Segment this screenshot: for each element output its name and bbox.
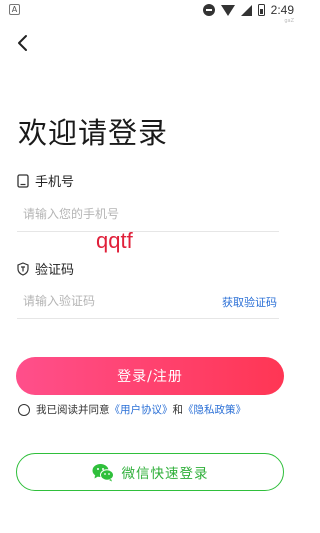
agreement-and: 和 [172, 404, 184, 416]
clock: 2:49 [270, 3, 294, 17]
status-tiny-label: gaZ [284, 18, 294, 24]
get-code-link[interactable]: 获取验证码 [222, 294, 277, 310]
login-register-button[interactable]: 登录/注册 [16, 357, 284, 395]
battery-icon [257, 4, 265, 16]
back-button[interactable] [12, 32, 34, 54]
page-title: 欢迎请登录 [18, 116, 169, 150]
wechat-login-button[interactable]: 微信快速登录 [16, 453, 284, 491]
phone-label-text: 手机号 [35, 175, 75, 190]
phone-field-row [17, 198, 279, 232]
phone-icon [17, 173, 29, 188]
agreement-prefix: 我已阅读并同意 [36, 404, 110, 416]
chevron-left-icon [18, 35, 27, 51]
code-label: 验证码 [17, 259, 74, 278]
wechat-icon [92, 463, 114, 481]
agreement-row: 我已阅读并同意 《用户协议》 和 《隐私政策》 [18, 402, 246, 417]
wechat-login-label: 微信快速登录 [121, 466, 209, 482]
user-agreement-link[interactable]: 《用户协议》 [110, 402, 173, 417]
agreement-radio[interactable] [18, 403, 30, 416]
notification-icon: A [9, 4, 20, 15]
do-not-disturb-icon [202, 4, 215, 16]
phone-label: 手机号 [17, 171, 74, 190]
wifi-icon [220, 4, 235, 16]
privacy-policy-link[interactable]: 《隐私政策》 [183, 402, 246, 417]
watermark-text: qqtf [96, 228, 133, 253]
code-field-row: 获取验证码 [17, 285, 279, 319]
signal-icon [240, 4, 252, 16]
status-bar: A 2:49 gaZ [0, 0, 300, 24]
status-icons: 2:49 [202, 2, 294, 18]
code-label-text: 验证码 [35, 263, 75, 278]
shield-icon [17, 261, 29, 276]
phone-input[interactable] [23, 198, 213, 230]
code-input[interactable] [23, 285, 213, 317]
